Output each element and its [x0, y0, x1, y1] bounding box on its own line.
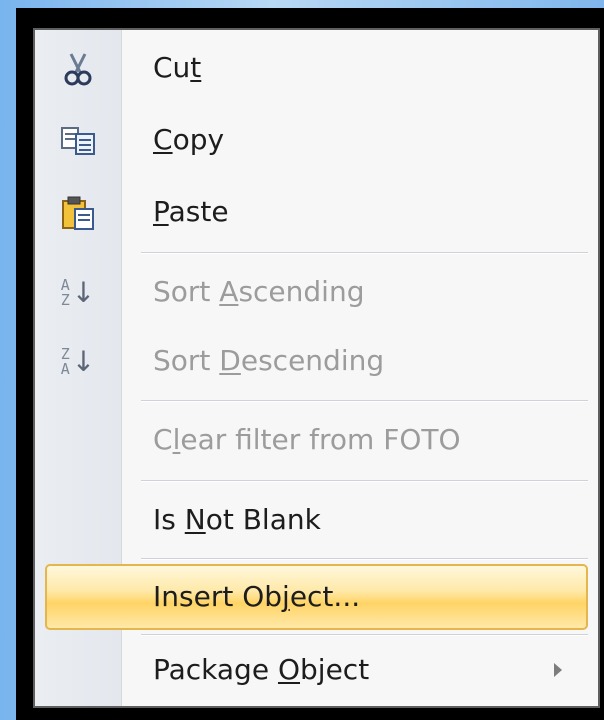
menu-item-label: Is Not Blank	[153, 503, 321, 536]
menu-item-label: Clear filter from FOTO	[153, 423, 461, 456]
menu-separator	[141, 252, 588, 254]
paste-icon	[57, 196, 99, 230]
menu-item-label: Package Object	[153, 653, 370, 686]
menu-item-label: Paste	[153, 195, 229, 228]
menu-item-label: Cut	[153, 51, 202, 84]
menu-item-clear-filter: Clear filter from FOTO	[35, 408, 598, 472]
menu-separator	[141, 634, 588, 636]
menu-item-label: Sort Ascending	[153, 275, 365, 308]
menu-item-sort-ascending: A Z ↓ Sort Ascending	[35, 260, 598, 324]
menu-item-copy[interactable]: Copy	[35, 108, 598, 172]
menu-separator	[141, 558, 588, 560]
menu-separator	[141, 480, 588, 482]
menu-item-label: Copy	[153, 123, 225, 156]
sort-ascending-icon: A Z ↓	[60, 276, 96, 309]
sort-descending-icon: Z A ↓	[60, 345, 96, 378]
menu-item-cut[interactable]: Cut	[35, 36, 598, 100]
context-menu: Cut Copy Paste A Z ↓ Sort Ascending Z A …	[33, 28, 600, 708]
scissors-icon	[57, 52, 99, 86]
menu-item-is-not-blank[interactable]: Is Not Blank	[35, 488, 598, 552]
menu-separator	[141, 400, 588, 402]
copy-icon	[57, 124, 99, 158]
menu-item-package-object[interactable]: Package Object	[35, 638, 598, 702]
menu-item-label: Sort Descending	[153, 344, 385, 377]
menu-item-label: Insert Object...	[153, 580, 361, 613]
menu-item-paste[interactable]: Paste	[35, 180, 598, 244]
menu-item-sort-descending: Z A ↓ Sort Descending	[35, 329, 598, 393]
submenu-arrow-icon	[554, 663, 562, 677]
menu-item-insert-object[interactable]: Insert Object...	[45, 564, 588, 630]
